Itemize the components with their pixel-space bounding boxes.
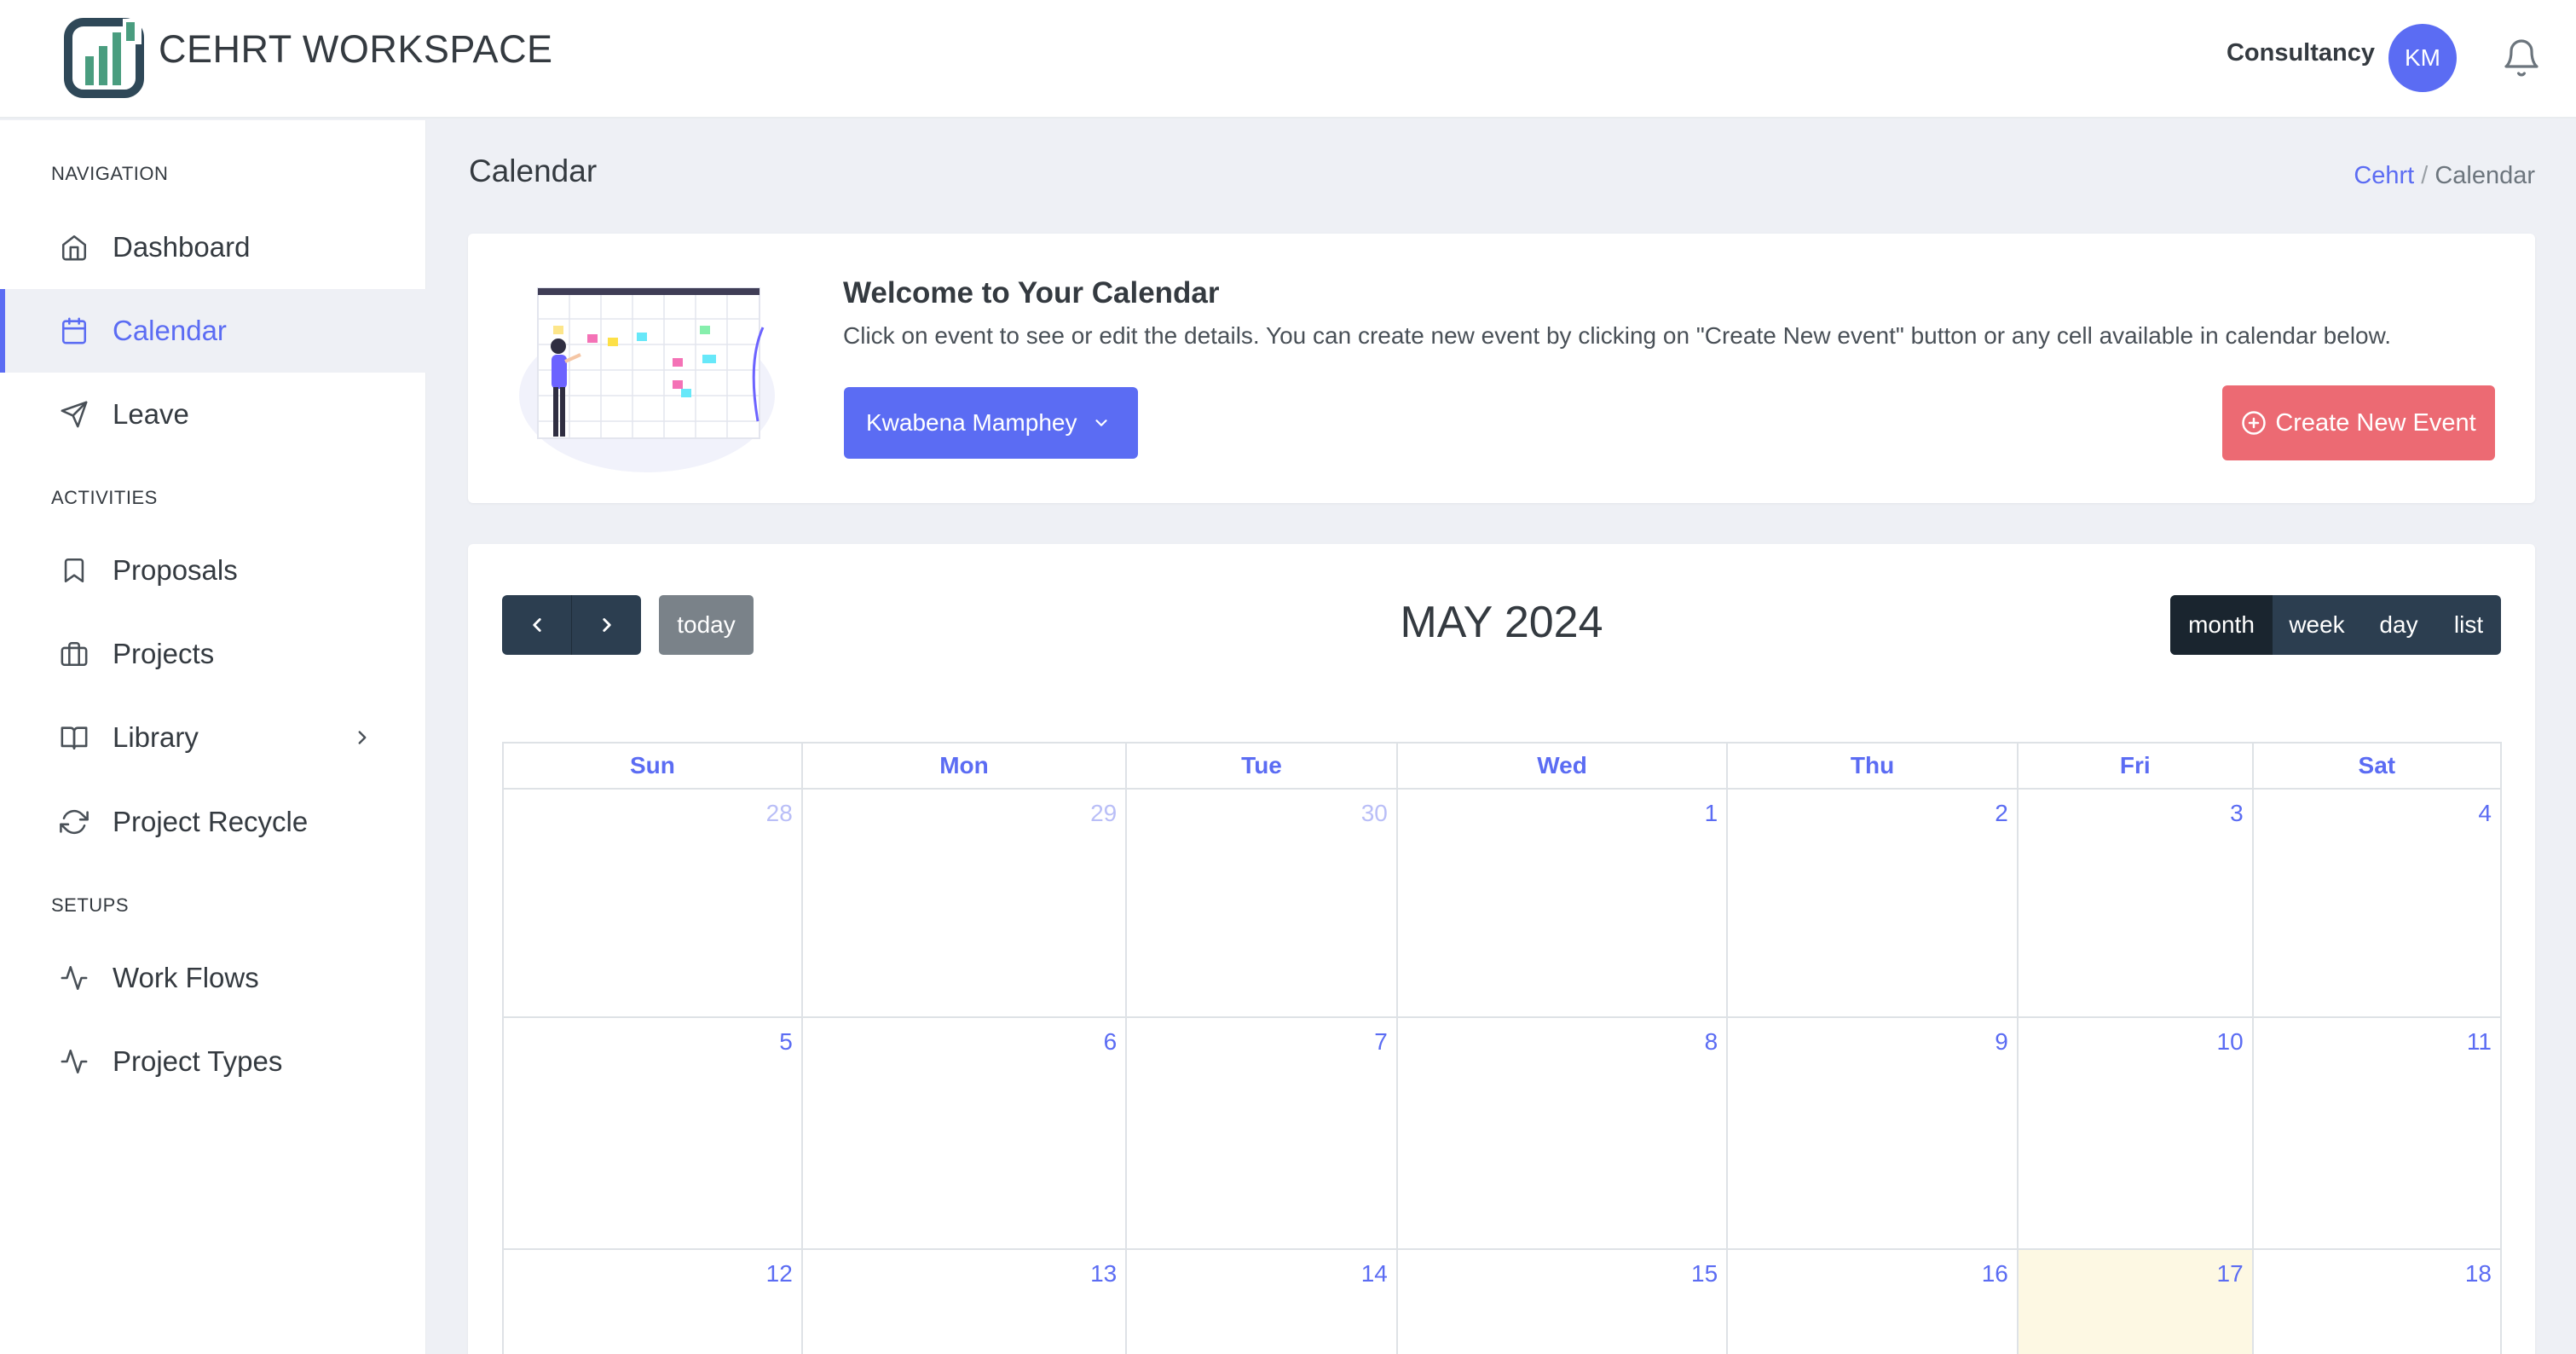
home-icon: [61, 234, 87, 261]
view-list-button[interactable]: list: [2436, 595, 2501, 655]
create-new-event-button[interactable]: Create New Event: [2222, 385, 2495, 460]
day-cell[interactable]: 28: [502, 788, 803, 1018]
calendar-illustration: [519, 287, 775, 472]
organization-name: Consultancy: [2226, 39, 2375, 67]
send-icon: [61, 401, 88, 428]
sidebar-item-library[interactable]: Library: [0, 696, 426, 779]
view-month-button[interactable]: month: [2170, 595, 2273, 655]
day-cell-today[interactable]: 17: [2016, 1248, 2254, 1354]
bell-icon[interactable]: [2501, 38, 2542, 78]
section-setups: SETUPS: [51, 894, 130, 916]
month-grid: Sun Mon Tue Wed Thu Fri Sat 28 29 30 1 2…: [502, 742, 2503, 1354]
section-activities: ACTIVITIES: [51, 487, 158, 508]
weekday-header: Fri: [2016, 742, 2254, 790]
sidebar-item-projects[interactable]: Projects: [0, 612, 426, 696]
book-icon: [61, 726, 88, 750]
weekday-header: Mon: [800, 742, 1128, 790]
breadcrumb-separator: /: [2421, 162, 2429, 189]
sidebar-item-label: Project Recycle: [113, 806, 309, 837]
day-cell[interactable]: 16: [1726, 1248, 2019, 1354]
day-cell[interactable]: 1: [1395, 788, 1729, 1018]
week-row: 5 6 7 8 9 10 11: [502, 1016, 2503, 1250]
chevron-down-icon: [1095, 420, 1108, 426]
day-cell[interactable]: 8: [1395, 1016, 1729, 1250]
day-cell[interactable]: 4: [2251, 788, 2503, 1018]
breadcrumb-current: Calendar: [2434, 162, 2535, 189]
day-cell[interactable]: 30: [1125, 788, 1398, 1018]
day-cell[interactable]: 6: [800, 1016, 1128, 1250]
user-select-dropdown[interactable]: Kwabena Mamphey: [844, 387, 1138, 459]
briefcase-icon: [61, 641, 88, 667]
activity-icon: [61, 965, 88, 991]
week-row: 12 13 14 15 16 17 18: [502, 1248, 2503, 1354]
sidebar-item-leave[interactable]: Leave: [0, 373, 426, 456]
breadcrumb: Cehrt / Calendar: [2354, 162, 2535, 190]
user-select-value: Kwabena Mamphey: [866, 409, 1077, 436]
day-cell[interactable]: 5: [502, 1016, 803, 1250]
activity-icon: [61, 1049, 88, 1074]
sidebar-item-label: Project Types: [113, 1045, 283, 1077]
sidebar-item-project-recycle[interactable]: Project Recycle: [0, 780, 426, 864]
day-cell[interactable]: 29: [800, 788, 1128, 1018]
day-cell[interactable]: 2: [1726, 788, 2019, 1018]
day-cell[interactable]: 12: [502, 1248, 803, 1354]
sidebar-item-project-types[interactable]: Project Types: [0, 1020, 426, 1103]
day-cell[interactable]: 10: [2016, 1016, 2254, 1250]
day-cell[interactable]: 3: [2016, 788, 2254, 1018]
sidebar-item-label: Dashboard: [113, 231, 251, 263]
sidebar-item-calendar[interactable]: Calendar: [0, 289, 426, 373]
sidebar-item-label: Proposals: [113, 554, 238, 586]
weekday-header: Wed: [1395, 742, 1729, 790]
page-title: Calendar: [469, 153, 598, 188]
welcome-title: Welcome to Your Calendar: [843, 276, 1220, 310]
top-bar: CEHRT WORKSPACE Consultancy KM: [0, 0, 2576, 119]
avatar[interactable]: KM: [2388, 24, 2457, 92]
day-cell[interactable]: 13: [800, 1248, 1128, 1354]
sidebar-item-label: Work Flows: [113, 962, 259, 993]
plus-circle-icon: [2242, 411, 2267, 435]
day-cell[interactable]: 7: [1125, 1016, 1398, 1250]
sidebar-item-label: Calendar: [113, 315, 227, 346]
bookmark-icon: [64, 558, 84, 583]
sidebar: NAVIGATION Dashboard Calendar Leave ACTI…: [0, 120, 426, 1354]
weekday-header: Thu: [1726, 742, 2019, 790]
day-cell[interactable]: 9: [1726, 1016, 2019, 1250]
chevron-right-icon[interactable]: [351, 726, 373, 749]
welcome-description: Click on event to see or edit the detail…: [843, 322, 2392, 349]
brand-name[interactable]: CEHRT WORKSPACE: [159, 27, 553, 72]
view-week-button[interactable]: week: [2273, 595, 2361, 655]
view-switcher: month week day list: [2170, 595, 2501, 655]
day-cell[interactable]: 11: [2251, 1016, 2503, 1250]
weekday-header: Tue: [1125, 742, 1398, 790]
sidebar-item-label: Leave: [113, 398, 189, 430]
brand-logo-icon[interactable]: [63, 17, 145, 99]
weekday-header: Sun: [502, 742, 803, 790]
calendar-card: today MAY 2024 month week day list Sun M…: [468, 544, 2535, 1354]
welcome-card: Welcome to Your Calendar Click on event …: [468, 234, 2535, 503]
breadcrumb-root-link[interactable]: Cehrt: [2354, 162, 2414, 189]
day-cell[interactable]: 18: [2251, 1248, 2503, 1354]
week-row: 28 29 30 1 2 3 4: [502, 788, 2503, 1018]
sidebar-item-label: Library: [113, 721, 199, 753]
day-cell[interactable]: 15: [1395, 1248, 1729, 1354]
day-cell[interactable]: 14: [1125, 1248, 1398, 1354]
view-day-button[interactable]: day: [2361, 595, 2436, 655]
refresh-icon: [60, 809, 89, 835]
create-new-event-label: Create New Event: [2275, 408, 2476, 437]
weekday-header-row: Sun Mon Tue Wed Thu Fri Sat: [502, 742, 2503, 790]
sidebar-item-proposals[interactable]: Proposals: [0, 529, 426, 612]
section-navigation: NAVIGATION: [51, 163, 169, 184]
sidebar-item-label: Projects: [113, 638, 215, 669]
calendar-icon: [61, 317, 87, 344]
sidebar-item-work-flows[interactable]: Work Flows: [0, 936, 426, 1020]
weekday-header: Sat: [2251, 742, 2503, 790]
sidebar-item-dashboard[interactable]: Dashboard: [0, 205, 426, 289]
